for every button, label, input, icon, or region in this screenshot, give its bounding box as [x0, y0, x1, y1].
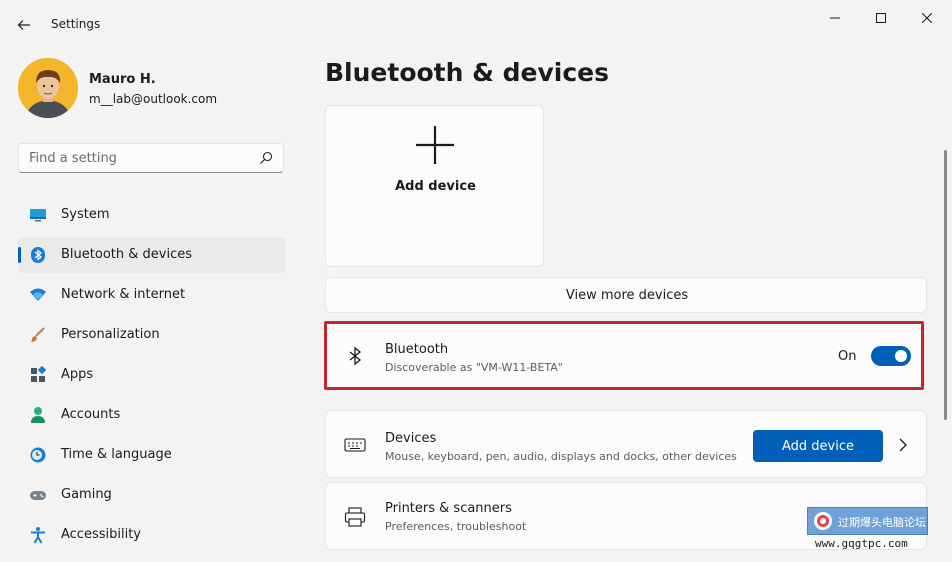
sidebar-item-accessibility[interactable]: Accessibility	[18, 517, 286, 553]
wifi-icon	[30, 288, 46, 301]
search-icon	[260, 151, 273, 164]
add-device-tile-label: Add device	[395, 179, 476, 194]
sidebar-item-label: Personalization	[61, 327, 160, 342]
printer-icon	[344, 507, 366, 527]
back-button[interactable]	[12, 13, 36, 37]
scrollbar[interactable]	[944, 150, 947, 420]
view-more-devices-button[interactable]: View more devices	[325, 277, 927, 313]
sidebar-item-label: System	[61, 207, 110, 222]
arrow-left-icon	[17, 20, 30, 30]
minimize-button[interactable]	[812, 4, 858, 32]
page-title: Bluetooth & devices	[325, 58, 610, 87]
gamepad-icon	[30, 491, 46, 500]
sidebar-item-personalization[interactable]: Personalization	[18, 317, 286, 353]
sidebar-item-system[interactable]: System	[18, 197, 286, 233]
brush-icon	[31, 327, 45, 342]
sidebar-item-network-internet[interactable]: Network & internet	[18, 277, 286, 313]
add-device-button[interactable]: Add device	[753, 430, 883, 462]
devices-row[interactable]: Devices Mouse, keyboard, pen, audio, dis…	[325, 410, 927, 478]
sidebar-item-apps[interactable]: Apps	[18, 357, 286, 393]
view-more-devices-label: View more devices	[565, 288, 689, 303]
keyboard-device-icon	[344, 438, 366, 452]
maximize-icon	[876, 13, 886, 23]
sidebar-item-label: Network & internet	[61, 287, 186, 302]
window-title: Settings	[51, 17, 101, 31]
title-bar: Settings	[0, 0, 952, 50]
watermark-badge: 过期爆头电脑论坛	[807, 507, 928, 535]
search-placeholder: Find a setting	[29, 151, 117, 166]
highlight-box	[324, 321, 924, 390]
user-avatar-icon	[18, 58, 78, 118]
person-icon	[31, 407, 45, 423]
watermark-logo-icon	[814, 512, 832, 530]
close-button[interactable]	[904, 4, 950, 32]
search-input[interactable]: Find a setting	[18, 143, 284, 173]
sidebar-item-label: Apps	[61, 367, 94, 382]
sidebar-item-bluetooth-devices[interactable]: Bluetooth & devices	[18, 237, 286, 273]
sidebar-item-label: Time & language	[61, 447, 172, 462]
sidebar-item-accounts[interactable]: Accounts	[18, 397, 286, 433]
devices-subtitle: Mouse, keyboard, pen, audio, displays an…	[385, 450, 737, 463]
sidebar-item-label: Accessibility	[61, 527, 141, 542]
bluetooth-icon	[31, 247, 45, 263]
active-indicator	[18, 247, 21, 263]
sidebar-item-label: Gaming	[61, 487, 112, 502]
monitor-icon	[30, 209, 46, 222]
close-icon	[922, 13, 932, 23]
accessibility-icon	[31, 527, 45, 544]
minimize-icon	[830, 17, 840, 19]
clock-globe-icon	[30, 447, 46, 463]
sidebar-item-label: Bluetooth & devices	[61, 247, 192, 262]
user-name: Mauro H.	[89, 72, 156, 87]
printers-title: Printers & scanners	[385, 501, 512, 516]
add-device-tile[interactable]: Add device	[325, 105, 544, 267]
chevron-right-icon[interactable]	[898, 438, 908, 452]
sidebar-item-time-language[interactable]: Time & language	[18, 437, 286, 473]
apps-icon	[31, 366, 47, 382]
avatar[interactable]	[18, 58, 78, 118]
watermark-badge-text: 过期爆头电脑论坛	[838, 516, 926, 529]
devices-title: Devices	[385, 431, 437, 446]
printers-subtitle: Preferences, troubleshoot	[385, 520, 527, 533]
watermark-url: www.gqgtpc.com	[815, 537, 908, 550]
sidebar-item-label: Accounts	[61, 407, 121, 422]
plus-icon	[416, 126, 454, 164]
maximize-button[interactable]	[858, 4, 904, 32]
user-email: m__lab@outlook.com	[89, 92, 218, 106]
sidebar-item-gaming[interactable]: Gaming	[18, 477, 286, 513]
